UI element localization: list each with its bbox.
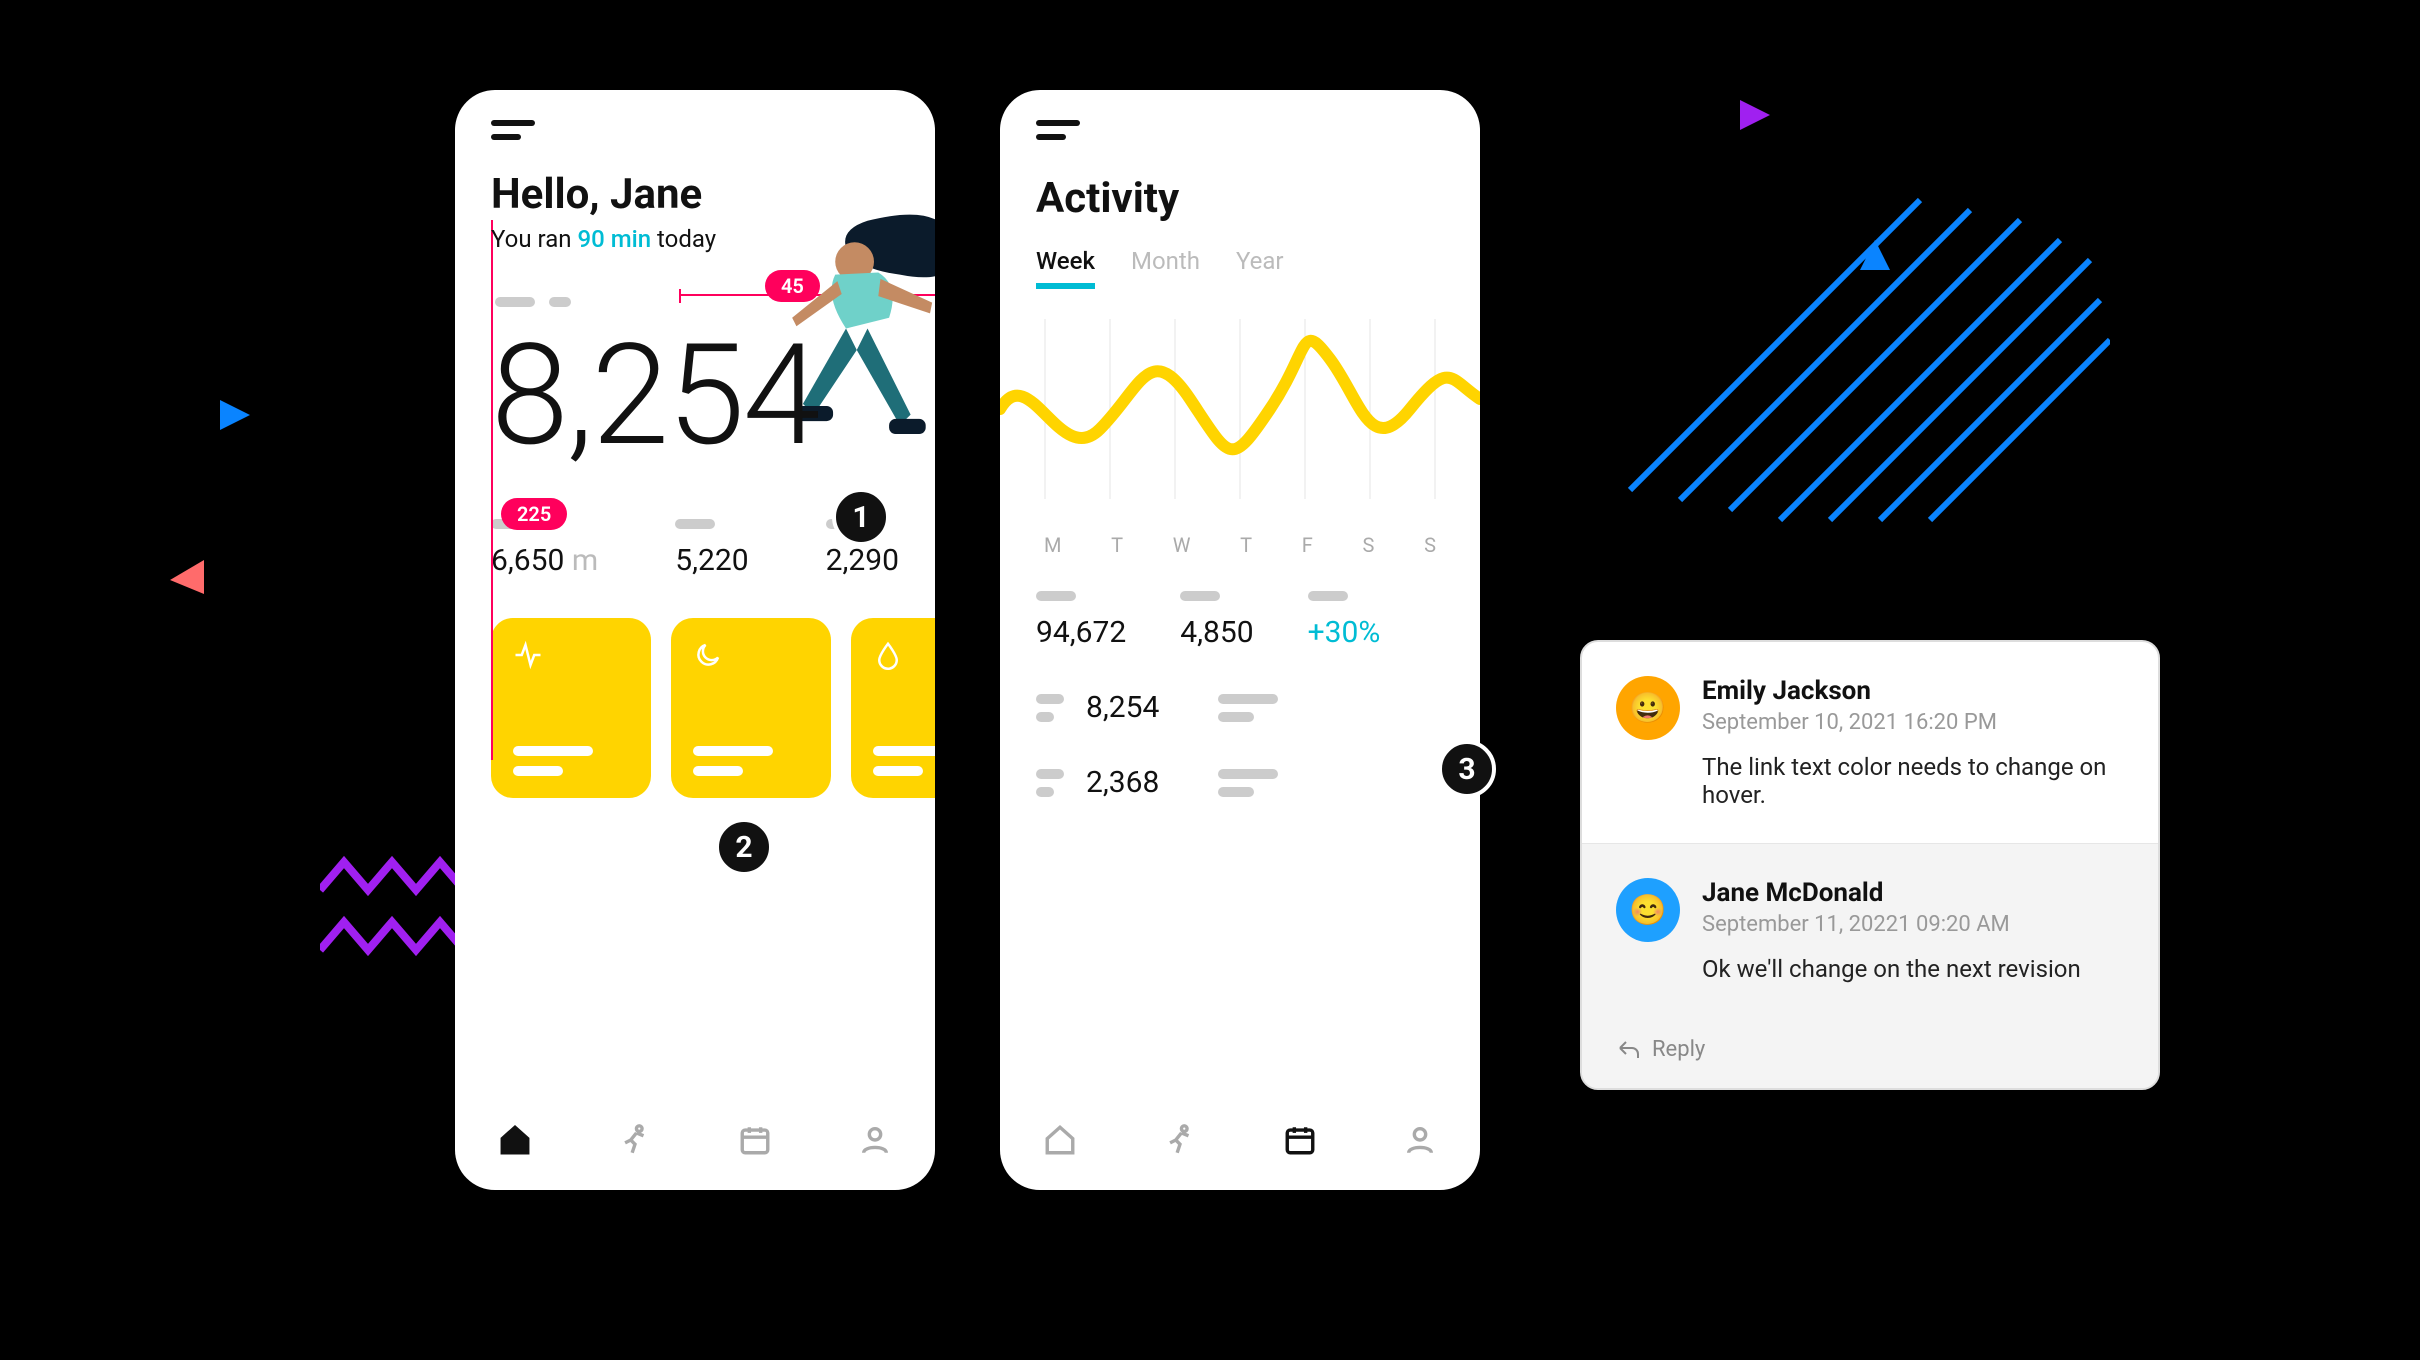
- stat-value: 5,220: [675, 543, 748, 578]
- stat-value: 94,672: [1036, 615, 1126, 650]
- avatar: 😀: [1616, 676, 1680, 740]
- list-item[interactable]: 8,254: [1036, 690, 1444, 725]
- day-t: T: [1111, 533, 1123, 557]
- profile-icon[interactable]: [1403, 1123, 1437, 1157]
- spacing-pill-vertical: 225: [501, 498, 567, 530]
- stat-value: 6,650: [491, 543, 564, 578]
- comment-author: Jane McDonald: [1702, 878, 2081, 908]
- stat-total: 94,672: [1036, 591, 1126, 650]
- bottom-nav: [455, 1090, 935, 1190]
- comment-item: 😊 Jane McDonald September 11, 20221 09:2…: [1582, 843, 2158, 1017]
- annotation-marker-2[interactable]: 2: [715, 818, 773, 876]
- step-count-value: 8,254: [491, 314, 819, 478]
- metric-cards: [491, 618, 935, 798]
- triangle-blue-2: [1860, 240, 1890, 270]
- calendar-icon[interactable]: [738, 1123, 772, 1157]
- comment-date: September 11, 20221 09:20 AM: [1702, 912, 2081, 937]
- run-icon[interactable]: [618, 1123, 652, 1157]
- run-duration: 90 min: [577, 225, 651, 253]
- stat-2: 5,220: [675, 519, 748, 578]
- day-s2: S: [1424, 533, 1436, 557]
- day-labels: M T W T F S S: [1044, 533, 1436, 557]
- menu-icon[interactable]: [1036, 120, 1080, 140]
- card-activity[interactable]: [491, 618, 651, 798]
- tab-month[interactable]: Month: [1131, 247, 1200, 289]
- reply-icon: [1616, 1038, 1640, 1062]
- list-value: 8,254: [1086, 690, 1196, 725]
- day-s: S: [1363, 533, 1375, 557]
- home-icon[interactable]: [498, 1123, 532, 1157]
- list-value: 2,368: [1086, 765, 1196, 800]
- stat-avg: 4,850: [1180, 591, 1253, 650]
- bottom-nav: [1000, 1090, 1480, 1190]
- day-t2: T: [1240, 533, 1252, 557]
- day-f: F: [1302, 533, 1313, 557]
- comment-date: September 10, 2021 16:20 PM: [1702, 710, 2124, 735]
- drop-icon: [873, 640, 903, 670]
- stat-value: 2,290: [826, 543, 899, 578]
- comment-item: 😀 Emily Jackson September 10, 2021 16:20…: [1582, 642, 2158, 843]
- activity-icon: [513, 640, 543, 670]
- stat-value: 4,850: [1180, 615, 1253, 650]
- tab-year[interactable]: Year: [1236, 247, 1284, 289]
- stat-value: +30%: [1308, 615, 1381, 650]
- card-hydration[interactable]: [851, 618, 935, 798]
- triangle-purple: [1740, 100, 1770, 130]
- subtext-pre: You ran: [491, 225, 577, 253]
- annotation-marker-3[interactable]: 3: [1438, 740, 1496, 798]
- stat-change: +30%: [1308, 591, 1381, 650]
- home-icon[interactable]: [1043, 1123, 1077, 1157]
- comment-text: The link text color needs to change on h…: [1702, 753, 2124, 809]
- comment-author: Emily Jackson: [1702, 676, 2124, 706]
- calendar-icon[interactable]: [1283, 1123, 1317, 1157]
- diagonal-hash: [1590, 190, 2110, 530]
- profile-icon[interactable]: [858, 1123, 892, 1157]
- comment-text: Ok we'll change on the next revision: [1702, 955, 2081, 983]
- comment-panel: 😀 Emily Jackson September 10, 2021 16:20…: [1580, 640, 2160, 1090]
- run-icon[interactable]: [1163, 1123, 1197, 1157]
- moon-icon: [693, 640, 723, 670]
- stat-unit: m: [572, 543, 598, 578]
- avatar: 😊: [1616, 878, 1680, 942]
- daily-list: 8,254 2,368: [1036, 690, 1444, 800]
- summary-stats: 94,672 4,850 +30%: [1036, 591, 1444, 650]
- subtext-post: today: [651, 225, 716, 253]
- day-m: M: [1044, 533, 1061, 557]
- activity-chart: [1000, 299, 1480, 529]
- activity-phone: Activity Week Month Year M T W T F S S 9…: [1000, 90, 1480, 1190]
- menu-icon[interactable]: [491, 120, 535, 140]
- triangle-coral: [170, 560, 204, 594]
- day-w: W: [1173, 533, 1191, 557]
- reply-label: Reply: [1652, 1037, 1705, 1062]
- reply-button[interactable]: Reply: [1582, 1017, 2158, 1088]
- triangle-blue: [220, 400, 250, 430]
- dashboard-phone: 225 45 Hello, Jane You ran 90 min today …: [455, 90, 935, 1190]
- step-count: 8,254: [491, 333, 935, 459]
- annotation-marker-1[interactable]: 1: [832, 488, 890, 546]
- card-sleep[interactable]: [671, 618, 831, 798]
- page-title: Activity: [1036, 174, 1444, 223]
- tab-week[interactable]: Week: [1036, 247, 1095, 289]
- range-tabs: Week Month Year: [1036, 247, 1444, 289]
- list-item[interactable]: 2,368: [1036, 765, 1444, 800]
- spacing-guide-vertical: [491, 220, 493, 760]
